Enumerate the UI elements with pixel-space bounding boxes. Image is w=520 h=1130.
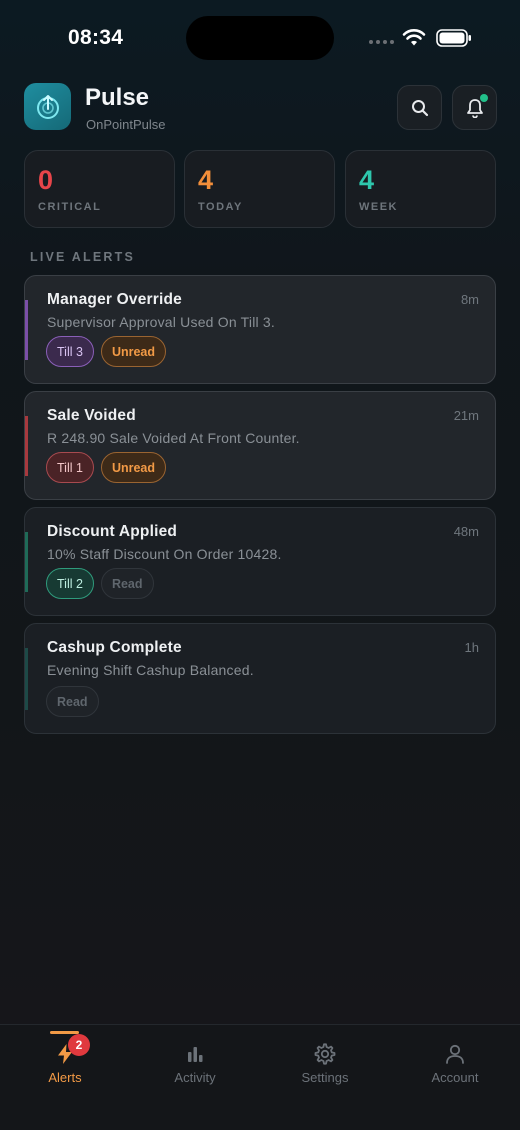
notifications-button[interactable] <box>452 85 497 130</box>
alert-card-cashup-complete[interactable]: Cashup Complete 1h Evening Shift Cashup … <box>24 623 496 734</box>
dynamic-island <box>186 16 334 60</box>
stat-value: 0 <box>38 165 54 195</box>
app-subtitle: OnPointPulse <box>86 117 166 132</box>
bar-chart-icon <box>188 1047 203 1062</box>
app-screen: 08:34 Pulse OnPointPulse 0 CRITICAL 4 TO… <box>0 0 520 1130</box>
alert-time: 21m <box>453 408 479 423</box>
tab-account[interactable]: Account <box>390 1025 520 1115</box>
alert-chips: Till 2 Read <box>46 568 154 599</box>
stat-label: WEEK <box>359 201 398 213</box>
tab-alerts[interactable]: 2 Alerts <box>0 1025 130 1115</box>
status-bar: 08:34 <box>0 0 520 78</box>
notification-dot <box>480 94 488 102</box>
tab-bar: 2 Alerts Activity Settings Account <box>0 1024 520 1130</box>
alert-time: 48m <box>453 524 479 539</box>
app-logo <box>24 83 71 130</box>
status-time: 08:34 <box>68 26 124 49</box>
app-title: Pulse <box>85 84 150 111</box>
till-chip: Till 1 <box>46 452 94 483</box>
stat-label: CRITICAL <box>38 201 102 213</box>
alert-chips: Till 3 Unread <box>46 336 167 367</box>
wifi-icon <box>402 29 426 46</box>
tab-label: Activity <box>174 1070 216 1085</box>
status-chip-read: Read <box>46 686 99 717</box>
till-chip: Till 2 <box>46 568 94 599</box>
stat-card-week[interactable]: 4 WEEK <box>345 150 496 228</box>
stat-value: 4 <box>359 165 375 195</box>
alert-card-sale-voided[interactable]: Sale Voided 21m R 248.90 Sale Voided At … <box>24 391 496 500</box>
alert-title: Cashup Complete <box>47 639 182 656</box>
alert-description: Evening Shift Cashup Balanced. <box>47 662 254 678</box>
section-label-live-alerts: LIVE ALERTS <box>30 250 135 264</box>
alerts-badge: 2 <box>68 1034 90 1056</box>
search-button[interactable] <box>397 85 442 130</box>
alert-accent-bar <box>25 416 28 476</box>
search-icon <box>411 99 428 116</box>
alert-accent-bar <box>25 532 28 592</box>
alert-title: Manager Override <box>47 291 183 308</box>
tab-label: Alerts <box>48 1070 82 1085</box>
battery-icon <box>436 29 471 47</box>
alert-accent-bar <box>25 648 28 710</box>
user-icon <box>446 1044 464 1064</box>
alert-description: 10% Staff Discount On Order 10428. <box>47 546 282 562</box>
status-chip-read: Read <box>100 568 154 599</box>
alert-title: Sale Voided <box>47 407 136 424</box>
stat-card-critical[interactable]: 0 CRITICAL <box>24 150 175 228</box>
stat-label: TODAY <box>198 201 243 213</box>
pulse-logo-icon <box>36 94 59 119</box>
status-chip-unread: Unread <box>100 452 167 483</box>
tab-label: Account <box>431 1070 479 1085</box>
alert-time: 8m <box>460 292 479 307</box>
stat-value: 4 <box>198 165 214 195</box>
alert-card-discount-applied[interactable]: Discount Applied 48m 10% Staff Discount … <box>24 507 496 616</box>
gear-icon <box>314 1043 336 1065</box>
signal-icon <box>369 40 394 44</box>
alert-description: Supervisor Approval Used On Till 3. <box>47 314 275 330</box>
stat-card-today[interactable]: 4 TODAY <box>184 150 335 228</box>
alert-description: R 248.90 Sale Voided At Front Counter. <box>47 430 300 446</box>
tab-label: Settings <box>301 1070 349 1085</box>
status-chip-unread: Unread <box>100 336 167 367</box>
alert-time: 1h <box>464 640 479 655</box>
tab-activity[interactable]: Activity <box>130 1025 260 1115</box>
alert-chips: Read <box>46 686 99 717</box>
tab-settings[interactable]: Settings <box>260 1025 390 1115</box>
alert-card-manager-override[interactable]: Manager Override 8m Supervisor Approval … <box>24 275 496 384</box>
alert-chips: Till 1 Unread <box>46 452 167 483</box>
alert-accent-bar <box>25 300 28 360</box>
alert-title: Discount Applied <box>47 523 178 540</box>
till-chip: Till 3 <box>46 336 94 367</box>
